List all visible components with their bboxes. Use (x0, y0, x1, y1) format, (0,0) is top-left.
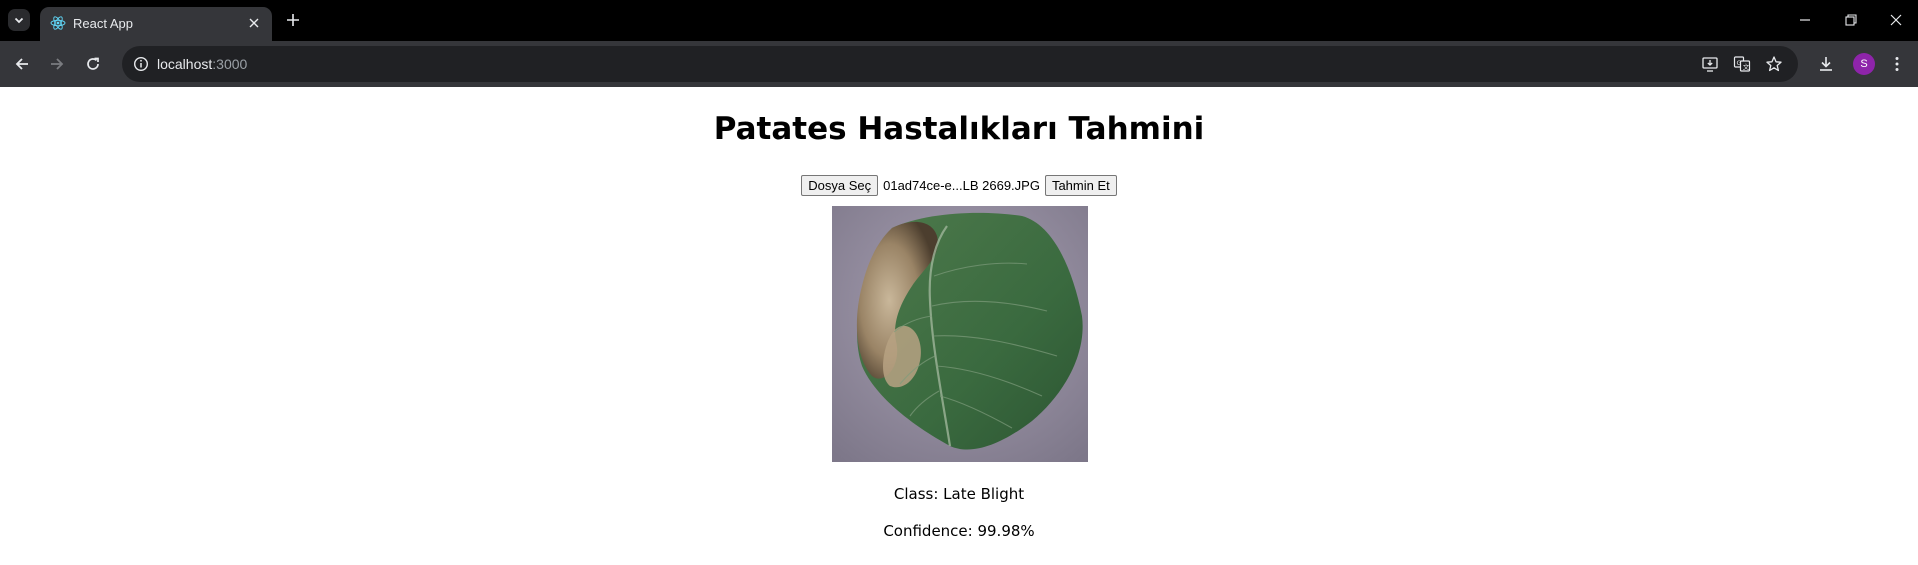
predict-button[interactable]: Tahmin Et (1044, 175, 1117, 196)
translate-icon: G 文 (1733, 56, 1751, 72)
profile-avatar[interactable]: S (1853, 53, 1875, 75)
more-vert-icon (1895, 57, 1899, 71)
new-tab-button[interactable] (282, 9, 304, 31)
svg-text:G: G (1737, 59, 1742, 67)
install-icon (1702, 57, 1718, 72)
choose-file-button[interactable]: Dosya Seç (801, 175, 879, 196)
arrow-right-icon (51, 58, 64, 70)
arrow-left-icon (15, 58, 28, 70)
window-close-button[interactable] (1881, 6, 1911, 34)
plus-icon (287, 14, 299, 26)
tab-strip: React App (0, 0, 1918, 41)
tab-title: React App (73, 16, 133, 31)
minimize-button[interactable] (1790, 6, 1820, 34)
menu-button[interactable] (1885, 52, 1909, 76)
close-icon (1890, 14, 1902, 26)
bookmark-star-button[interactable] (1764, 54, 1784, 74)
active-tab[interactable]: React App (40, 7, 272, 41)
forward-button[interactable] (45, 52, 69, 76)
install-app-button[interactable] (1700, 54, 1720, 74)
site-info-button[interactable] (131, 54, 151, 74)
upload-form: Dosya Seç 01ad74ce-e...LB 2669.JPG Tahmi… (0, 175, 1918, 196)
browser-toolbar: localhost:3000 G 文 S (0, 41, 1918, 87)
close-icon (249, 18, 259, 28)
react-logo-icon (50, 16, 66, 30)
url-port: :3000 (212, 56, 248, 72)
page-content: Patates Hastalıkları Tahmini Dosya Seç 0… (0, 87, 1918, 565)
star-icon (1766, 56, 1782, 72)
result-confidence: Confidence: 99.98% (883, 522, 1035, 540)
restore-button[interactable] (1836, 6, 1866, 34)
page-title: Patates Hastalıkları Tahmini (713, 111, 1205, 147)
restore-icon (1845, 14, 1857, 26)
tab-search-button[interactable] (8, 9, 30, 31)
result-class: Class: Late Blight (893, 485, 1025, 503)
url-text: localhost:3000 (157, 56, 247, 72)
back-button[interactable] (10, 52, 34, 76)
svg-text:文: 文 (1743, 62, 1750, 71)
info-icon (133, 56, 149, 72)
url-host: localhost (157, 56, 213, 72)
uploaded-leaf-image (832, 206, 1088, 462)
downloads-button[interactable] (1814, 52, 1838, 76)
minimize-icon (1800, 19, 1810, 21)
chevron-down-icon (14, 17, 24, 24)
download-icon (1820, 57, 1832, 71)
address-bar[interactable]: localhost:3000 G 文 (122, 46, 1798, 82)
reload-icon (87, 57, 99, 70)
tab-close-button[interactable] (245, 14, 263, 32)
reload-button[interactable] (81, 52, 105, 76)
translate-button[interactable]: G 文 (1732, 54, 1752, 74)
selected-file-name: 01ad74ce-e...LB 2669.JPG (883, 178, 1040, 193)
